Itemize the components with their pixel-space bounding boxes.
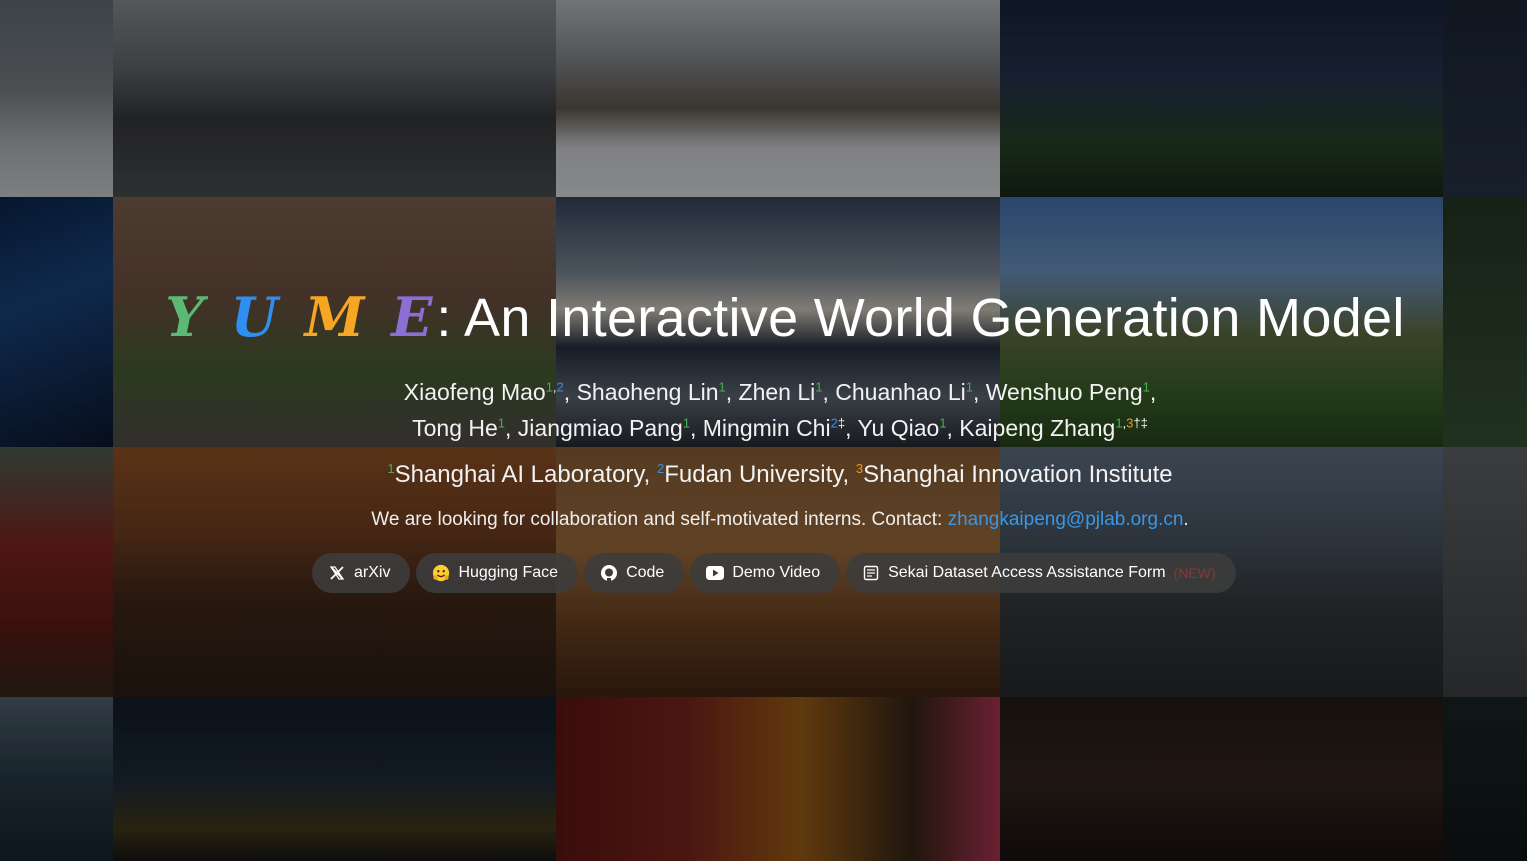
author-separator: , xyxy=(946,415,953,441)
author-separator: , xyxy=(822,379,829,405)
author-affiliation-marker: 1 xyxy=(719,379,726,394)
affiliation-number: 1 xyxy=(387,461,395,476)
affiliation-marker-part: ‡ xyxy=(837,415,846,431)
author-name: Wenshuo Peng xyxy=(985,379,1143,405)
author-name: Mingmin Chi xyxy=(702,415,831,441)
yume-logo-text: Y U M E xyxy=(165,285,436,349)
author-affiliation-marker: 1,3†‡ xyxy=(1115,415,1148,430)
author-line-2: Tong He1, Jiangmiao Pang1, Mingmin Chi2‡… xyxy=(240,410,1320,446)
author-name: Zhen Li xyxy=(738,379,816,405)
sekai-dataset-form-button[interactable]: Sekai Dataset Access Assistance Form (NE… xyxy=(846,553,1236,593)
author-affiliation-marker: 2‡ xyxy=(831,415,845,430)
author-separator: , xyxy=(725,379,733,405)
author-name: Shaoheng Lin xyxy=(576,379,719,405)
affiliation-name: Shanghai AI Laboratory xyxy=(394,461,644,488)
affiliation-list: 1Shanghai AI Laboratory, 2Fudan Universi… xyxy=(240,458,1320,492)
form-icon xyxy=(862,564,880,582)
author-separator: , xyxy=(689,415,697,441)
author-list: Xiaofeng Mao1,2, Shaoheng Lin1, Zhen Li1… xyxy=(240,374,1320,446)
x-logo-icon xyxy=(328,564,346,582)
affiliation-marker-part: †‡ xyxy=(1133,415,1148,431)
hugging-face-button-label: Hugging Face xyxy=(458,564,559,581)
contact-suffix: . xyxy=(1183,509,1189,530)
author-line-1: Xiaofeng Mao1,2, Shaoheng Lin1, Zhen Li1… xyxy=(240,374,1320,410)
author-name: Xiaofeng Mao xyxy=(403,379,546,405)
author-name: Jiangmiao Pang xyxy=(517,415,683,441)
affiliation-marker-part: 1 xyxy=(965,379,973,395)
author-affiliation-marker: 1 xyxy=(1143,379,1150,394)
affiliation-marker-part: 1 xyxy=(682,415,690,431)
author-affiliation-marker: 1 xyxy=(939,415,946,430)
logo-letter-u: U xyxy=(230,285,282,349)
author-name: Kaipeng Zhang xyxy=(959,415,1116,441)
author-separator: , xyxy=(845,415,852,441)
page-title: Y U M E: An Interactive World Generation… xyxy=(140,284,1430,351)
logo-letter-e: E xyxy=(391,285,437,349)
contact-email-link[interactable]: zhangkaipeng@pjlab.org.cn xyxy=(948,509,1184,530)
hero-content: Y U M E: An Interactive World Generation… xyxy=(0,0,1527,861)
contact-line: We are looking for collaboration and sel… xyxy=(240,506,1320,534)
demo-video-button[interactable]: Demo Video xyxy=(690,553,841,593)
affiliation-marker-part: 2 xyxy=(830,415,838,431)
code-button[interactable]: Code xyxy=(584,553,685,593)
author-affiliation-marker: 1 xyxy=(966,379,973,394)
logo-letter-y: Y xyxy=(165,285,208,349)
hero-section: Y U M E: An Interactive World Generation… xyxy=(0,0,1527,861)
affiliation-separator: , xyxy=(842,461,856,488)
hugging-face-button[interactable]: Hugging Face xyxy=(416,553,579,593)
affiliation-marker-part: 2 xyxy=(556,379,564,395)
author-separator: , xyxy=(505,415,512,441)
affiliation-marker-part: 1 xyxy=(939,415,947,431)
affiliation-marker-part: 1 xyxy=(497,415,506,431)
logo-letter-m: M xyxy=(304,285,369,349)
code-button-label: Code xyxy=(626,564,665,581)
github-icon xyxy=(600,564,618,582)
youtube-icon xyxy=(706,564,725,582)
affiliation-marker-part: 1 xyxy=(545,379,553,395)
affiliation-marker-part: 1 xyxy=(1142,379,1150,395)
sekai-dataset-form-button-label: Sekai Dataset Access Assistance Form xyxy=(888,564,1166,581)
author-separator: , xyxy=(563,379,571,405)
new-badge: (NEW) xyxy=(1173,565,1216,581)
contact-text: We are looking for collaboration and sel… xyxy=(371,509,948,530)
affiliation-marker-part: 1 xyxy=(1115,415,1123,431)
author-affiliation-marker: 1 xyxy=(683,415,690,430)
affiliation-number: 3 xyxy=(855,461,864,476)
link-buttons: arXiv Hugging Face Code Demo Video Sekai… xyxy=(312,553,1236,593)
author-separator: , xyxy=(1149,379,1157,405)
title-text: : An Interactive World Generation Model xyxy=(436,288,1405,348)
affiliation-marker-part: 1 xyxy=(815,379,823,395)
affiliation-separator: , xyxy=(643,461,657,488)
demo-video-button-label: Demo Video xyxy=(732,564,821,581)
author-name: Yu Qiao xyxy=(857,415,940,441)
hugging-face-emoji-icon xyxy=(432,564,450,582)
affiliation-marker-part: 1 xyxy=(718,379,726,395)
affiliation-name: Shanghai Innovation Institute xyxy=(863,461,1173,488)
arxiv-button[interactable]: arXiv xyxy=(312,553,411,593)
arxiv-button-label: arXiv xyxy=(354,564,391,581)
affiliation-name: Fudan University xyxy=(664,461,843,488)
author-affiliation-marker: 1,2 xyxy=(546,379,564,394)
author-separator: , xyxy=(972,379,980,405)
author-name: Tong He xyxy=(412,415,498,441)
author-affiliation-marker: 1 xyxy=(815,379,822,394)
author-affiliation-marker: 1 xyxy=(498,415,505,430)
author-name: Chuanhao Li xyxy=(835,379,966,405)
